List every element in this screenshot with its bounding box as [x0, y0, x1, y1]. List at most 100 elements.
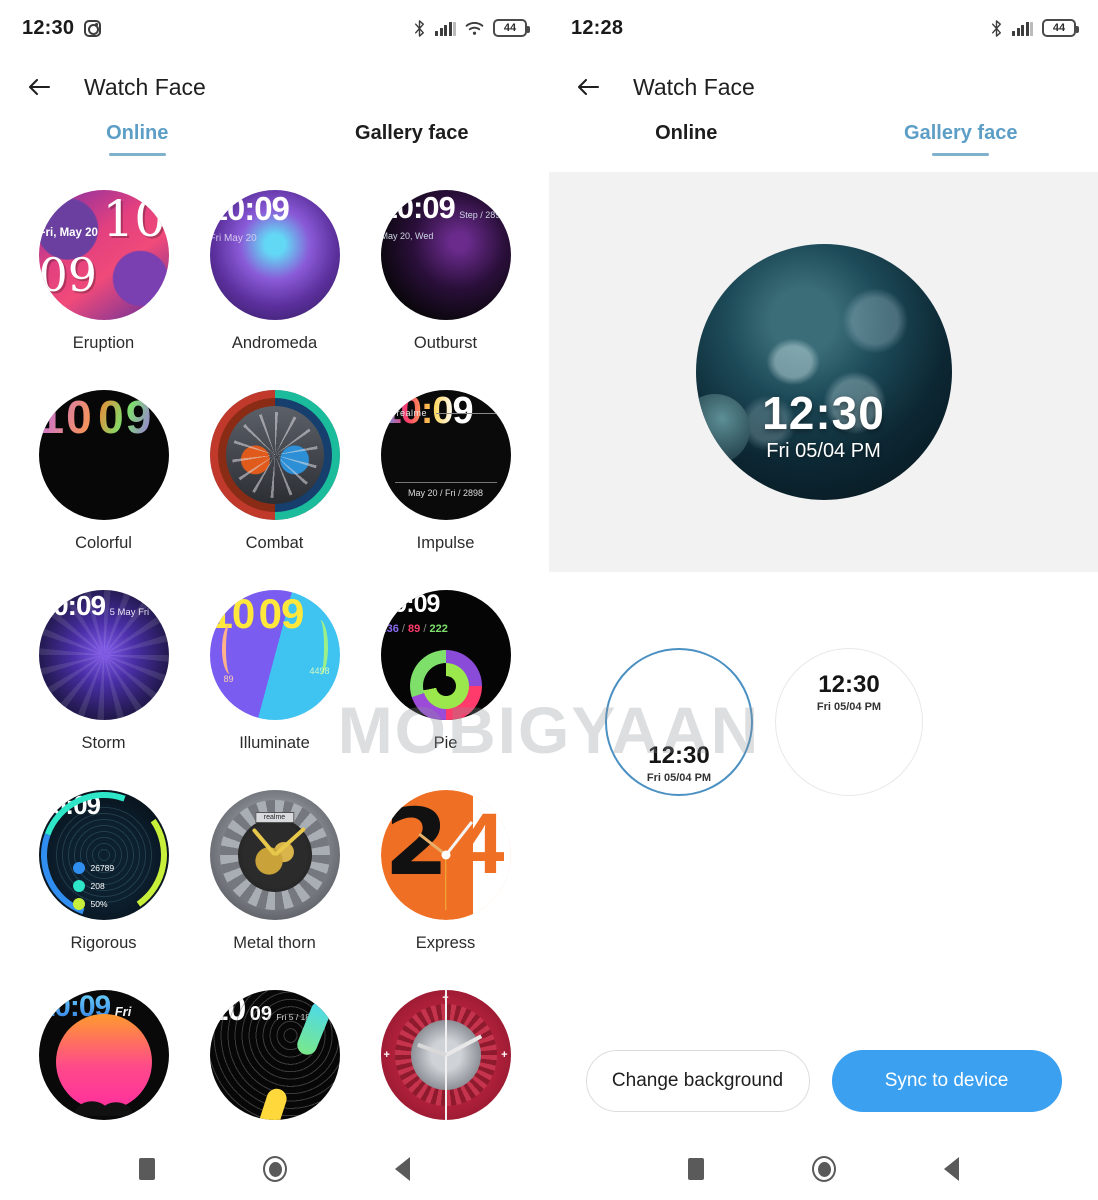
face-step: Step / 28906: [459, 210, 511, 220]
preview-date: Fri 05/04 PM: [766, 440, 881, 462]
watch-face-thumbnail-outburst[interactable]: 10:09 Step / 28906 May 20, Wed: [380, 190, 511, 320]
preview-time: 12:30: [762, 387, 885, 439]
watch-face-label: Pie: [433, 734, 458, 752]
watch-face-thumbnail-express[interactable]: 2 4: [380, 790, 511, 920]
face-center-pin: [441, 850, 450, 860]
home-icon[interactable]: [812, 1156, 836, 1182]
watch-face-thumbnail-storm[interactable]: 10:09 5 May Fri: [38, 590, 169, 720]
watch-face-item[interactable]: Combat: [189, 390, 360, 590]
tab-online[interactable]: Online: [549, 118, 824, 172]
watch-face-item[interactable]: 10 09 89 4498 Illuminate: [189, 590, 360, 790]
watch-face-item[interactable]: 10:09 26789 208 50% Rigorous: [18, 790, 189, 990]
face-minute: 09: [258, 590, 305, 637]
app-bar-right: Watch Face: [549, 56, 1098, 118]
style-option-selected[interactable]: 12:30 Fri 05/04 PM: [605, 648, 753, 796]
watch-face-thumbnail-metal-thorn[interactable]: realme: [209, 790, 340, 920]
watch-face-thumbnail-eruption[interactable]: Fri, May 20 10 09: [38, 190, 169, 320]
watch-face-item[interactable]: 10:09 Step / 28906 May 20, Wed Outburst: [360, 190, 531, 390]
recent-apps-icon[interactable]: [688, 1158, 704, 1180]
tab-gallery-face-label: Gallery face: [904, 122, 1018, 144]
face-date: May 20, Wed: [380, 231, 434, 241]
calories-dot-icon: [72, 880, 85, 892]
tab-gallery-face[interactable]: Gallery face: [824, 118, 1098, 172]
face-brand: realme: [396, 408, 428, 418]
app-bar-left: Watch Face: [0, 56, 549, 118]
back-arrow-icon[interactable]: [573, 72, 603, 102]
watch-face-thumbnail-red-mechanical[interactable]: + + +: [380, 990, 511, 1120]
battery-value: 50%: [90, 899, 108, 909]
tab-active-underline: [932, 153, 990, 156]
steps-dot-icon: [72, 862, 85, 874]
watch-face-thumbnail-pie[interactable]: 10:09 236 / 89 / 222: [380, 590, 511, 720]
watch-face-item[interactable]: realme 10:09 May 20 / Fri / 2898 Impulse: [360, 390, 531, 590]
watch-face-item[interactable]: 2 4 Express: [360, 790, 531, 990]
watch-face-preview[interactable]: 12:30 Fri 05/04 PM: [695, 244, 952, 500]
tab-gallery-face-label: Gallery face: [355, 122, 469, 144]
watch-face-label: Andromeda: [231, 334, 318, 352]
watch-face-thumbnail-neon[interactable]: 10:09 Fri: [38, 990, 169, 1120]
watch-face-thumbnail-illuminate[interactable]: 10 09 89 4498: [209, 590, 340, 720]
wifi-icon: [465, 21, 484, 36]
face-mechanism: [231, 412, 318, 498]
style-option-list: 12:30 Fri 05/04 PM 12:30 Fri 05/04 PM: [549, 572, 1098, 796]
back-arrow-icon[interactable]: [24, 72, 54, 102]
watch-face-thumbnail-lines[interactable]: 10 09 Fri 5 / 18: [209, 990, 340, 1120]
watch-face-thumbnail-colorful[interactable]: 10 09: [38, 390, 169, 520]
tab-online[interactable]: Online: [0, 118, 275, 172]
face-right-value: 4498: [309, 666, 330, 676]
face-minute: 09: [98, 391, 154, 443]
sync-to-device-button[interactable]: Sync to device: [831, 1050, 1062, 1112]
metric-3: 222: [429, 623, 448, 635]
style-date: Fri 05/04 PM: [816, 701, 882, 713]
watch-face-label: Illuminate: [239, 734, 310, 752]
watch-face-item[interactable]: 10:09 Fri May 20 Andromeda: [189, 190, 360, 390]
watch-face-item[interactable]: Fri, May 20 10 09 Eruption: [18, 190, 189, 390]
home-icon[interactable]: [263, 1156, 287, 1182]
metric-2: 89: [408, 623, 421, 635]
tab-bar-right: Online Gallery face: [549, 118, 1098, 172]
style-option[interactable]: 12:30 Fri 05/04 PM: [775, 648, 923, 796]
face-brand-line: [435, 413, 497, 414]
tab-gallery-face[interactable]: Gallery face: [275, 118, 550, 172]
watch-face-label: Express: [415, 934, 476, 952]
tab-bar-left: Online Gallery face: [0, 118, 549, 172]
nav-bar-left: [0, 1138, 549, 1200]
face-brand: realme: [254, 812, 295, 823]
battery-icon: 44: [493, 19, 530, 37]
recent-apps-icon[interactable]: [139, 1158, 155, 1180]
face-digit: 2: [384, 790, 449, 896]
face-palms: [73, 1082, 134, 1116]
face-swirl: [38, 590, 169, 720]
style-time: 12:30: [818, 671, 880, 698]
watch-face-thumbnail-combat[interactable]: [209, 390, 340, 520]
face-sub: May 20 / Fri / 2898: [407, 488, 484, 498]
status-bar-left: 12:30 44: [0, 0, 549, 56]
back-icon[interactable]: [944, 1157, 959, 1181]
face-hand-second: [444, 855, 447, 910]
watch-face-thumbnail-impulse[interactable]: realme 10:09 May 20 / Fri / 2898: [380, 390, 511, 520]
watch-face-label: Impulse: [416, 534, 475, 552]
instagram-icon: [84, 19, 102, 37]
status-clock: 12:30: [22, 16, 75, 39]
face-time: 10:09: [380, 190, 456, 225]
page-title: Watch Face: [633, 73, 755, 100]
watch-face-item[interactable]: 10:09 236 / 89 / 222 Pie: [360, 590, 531, 790]
face-donut-chart: [409, 650, 482, 720]
watch-face-item[interactable]: realme Metal thorn: [189, 790, 360, 990]
watch-face-thumbnail-andromeda[interactable]: 10:09 Fri May 20: [209, 190, 340, 320]
change-background-button[interactable]: Change background: [585, 1050, 810, 1112]
face-divider: [394, 482, 497, 483]
back-icon[interactable]: [395, 1157, 410, 1181]
calories-value: 208: [90, 881, 105, 891]
watch-face-grid: Fri, May 20 10 09 Eruption 10:09 Fri May…: [0, 172, 549, 1190]
style-date: Fri 05/04 PM: [646, 772, 712, 784]
watch-face-item[interactable]: 10:09 5 May Fri Storm: [18, 590, 189, 790]
status-right-group: 44: [413, 0, 530, 56]
face-hour: 10: [38, 391, 94, 443]
bluetooth-icon: [990, 19, 1003, 38]
watch-face-label: Colorful: [75, 534, 132, 552]
status-left-group: 12:28: [571, 17, 623, 40]
watch-face-thumbnail-rigorous[interactable]: 10:09 26789 208 50%: [38, 790, 169, 920]
watch-face-item[interactable]: 10 09 Colorful: [18, 390, 189, 590]
steps-value: 26789: [90, 863, 115, 873]
